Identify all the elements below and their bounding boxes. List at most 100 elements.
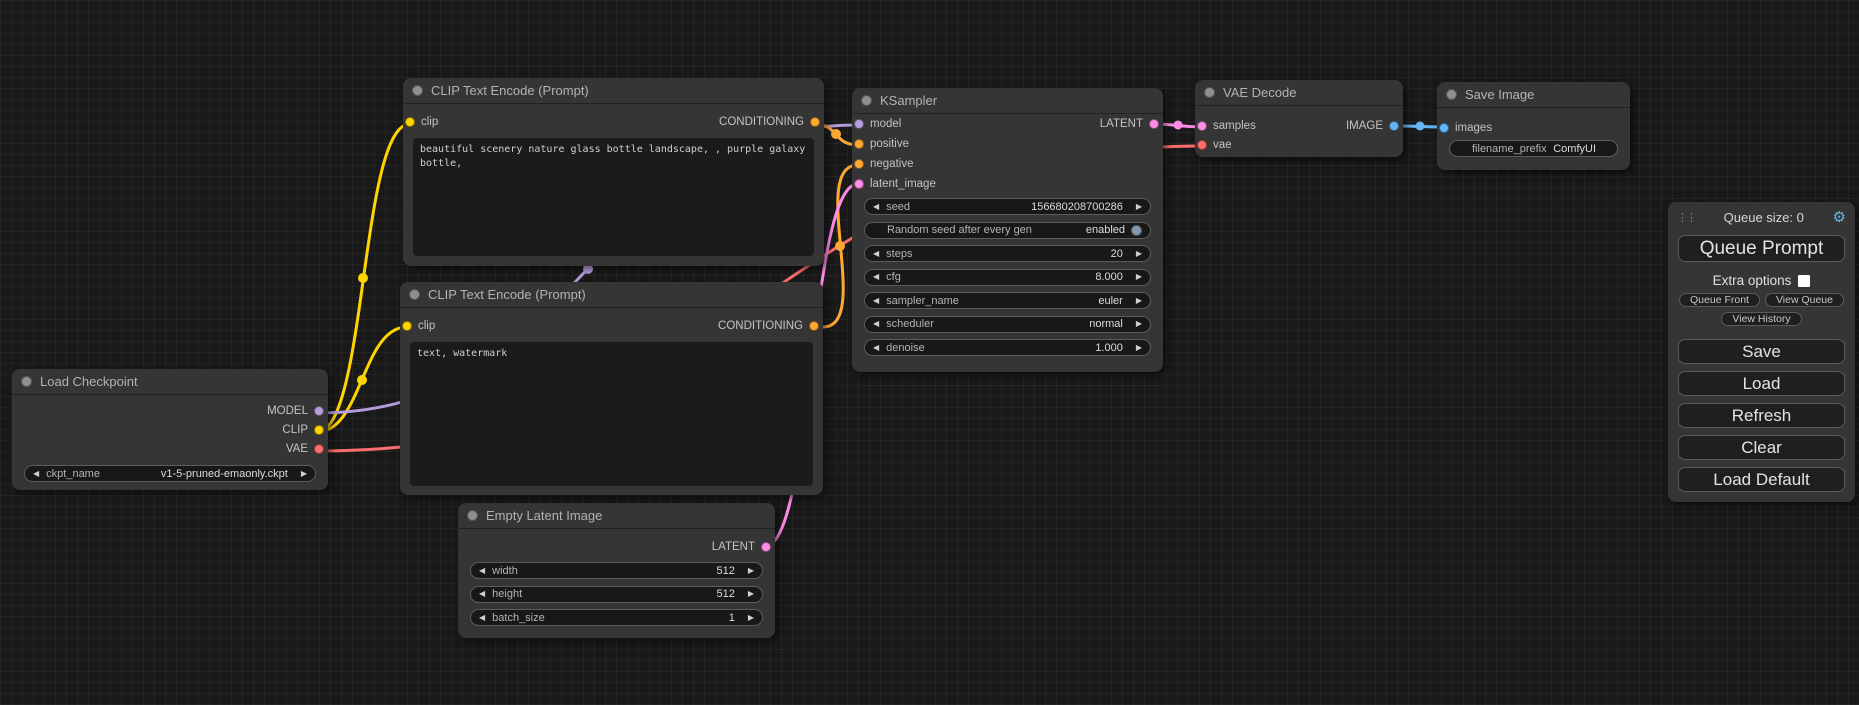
node-title: Save Image [1465,87,1534,102]
collapse-dot-icon[interactable] [861,95,872,106]
queue-prompt-button[interactable]: Queue Prompt [1678,235,1845,262]
input-slot-samples[interactable] [1197,121,1207,131]
widget-sampler-name[interactable]: ◀ sampler_name euler ▶ [864,292,1151,309]
input-slot-clip[interactable] [402,321,412,331]
widget-height[interactable]: ◀ height 512 ▶ [470,586,763,603]
node-title-bar[interactable]: VAE Decode [1195,80,1403,106]
output-slot-clip[interactable] [314,425,324,435]
prompt-text-area[interactable]: beautiful scenery nature glass bottle la… [413,138,814,256]
node-title-bar[interactable]: KSampler [852,88,1163,114]
node-graph-canvas[interactable]: Load Checkpoint MODEL CLIP VAE ◀ ckpt_na… [0,0,1859,705]
decrement-arrow-icon[interactable]: ◀ [479,590,485,598]
node-title-bar[interactable]: Empty Latent Image [458,503,775,529]
widget-denoise[interactable]: ◀ denoise 1.000 ▶ [864,339,1151,356]
increment-arrow-icon[interactable]: ▶ [1136,320,1142,328]
node-clip-text-encode-positive[interactable]: CLIP Text Encode (Prompt) clip CONDITION… [403,78,824,266]
collapse-dot-icon[interactable] [467,510,478,521]
clear-button[interactable]: Clear [1678,435,1845,460]
node-clip-text-encode-negative[interactable]: CLIP Text Encode (Prompt) clip CONDITION… [400,282,823,495]
input-slot-latent-image[interactable] [854,179,864,189]
decrement-arrow-icon[interactable]: ◀ [873,320,879,328]
input-slot-model[interactable] [854,119,864,129]
widget-random-seed-toggle[interactable]: Random seed after every gen enabled [864,222,1151,239]
widget-value: v1-5-pruned-emaonly.ckpt [161,468,288,480]
decrement-arrow-icon[interactable]: ◀ [479,567,485,575]
queue-front-button[interactable]: Queue Front [1679,293,1760,307]
increment-arrow-icon[interactable]: ▶ [1136,273,1142,281]
node-title-bar[interactable]: CLIP Text Encode (Prompt) [400,282,823,308]
widget-filename-prefix[interactable]: filename_prefix ComfyUI [1449,140,1618,157]
collapse-dot-icon[interactable] [1204,87,1215,98]
output-slot-vae[interactable] [314,444,324,454]
widget-width[interactable]: ◀ width 512 ▶ [470,562,763,579]
output-slot-latent[interactable] [1149,119,1159,129]
widget-ckpt-name[interactable]: ◀ ckpt_name v1-5-pruned-emaonly.ckpt ▶ [24,465,316,482]
output-slot-latent[interactable] [761,542,771,552]
collapse-dot-icon[interactable] [409,289,420,300]
widget-value: ComfyUI [1553,143,1596,155]
load-default-button[interactable]: Load Default [1678,467,1845,492]
increment-arrow-icon[interactable]: ▶ [1136,297,1142,305]
collapse-dot-icon[interactable] [1446,89,1457,100]
widget-seed[interactable]: ◀ seed 156680208700286 ▶ [864,198,1151,215]
decrement-arrow-icon[interactable]: ◀ [873,250,879,258]
increment-arrow-icon[interactable]: ▶ [1136,203,1142,211]
collapse-dot-icon[interactable] [412,85,423,96]
refresh-button[interactable]: Refresh [1678,403,1845,428]
node-ksampler[interactable]: KSampler model LATENT positive negative … [852,88,1163,372]
toggle-dot-icon[interactable] [1131,225,1142,236]
widget-label: seed [886,201,910,213]
node-save-image[interactable]: Save Image images filename_prefix ComfyU… [1437,82,1630,170]
decrement-arrow-icon[interactable]: ◀ [33,470,39,478]
output-label: VAE [286,443,308,455]
node-title-bar[interactable]: CLIP Text Encode (Prompt) [403,78,824,104]
node-title-bar[interactable]: Save Image [1437,82,1630,108]
drag-handle-icon[interactable]: ⋮⋮ [1677,211,1695,224]
prompt-text-area[interactable]: text, watermark [410,342,813,486]
load-button[interactable]: Load [1678,371,1845,396]
widget-cfg[interactable]: ◀ cfg 8.000 ▶ [864,269,1151,286]
collapse-dot-icon[interactable] [21,376,32,387]
decrement-arrow-icon[interactable]: ◀ [873,273,879,281]
output-slot-model[interactable] [314,406,324,416]
decrement-arrow-icon[interactable]: ◀ [873,344,879,352]
increment-arrow-icon[interactable]: ▶ [1136,344,1142,352]
extra-options-checkbox[interactable] [1798,275,1810,287]
node-title: Load Checkpoint [40,374,138,389]
input-slot-clip[interactable] [405,117,415,127]
node-title: KSampler [880,93,937,108]
output-slot-conditioning[interactable] [809,321,819,331]
input-slot-negative[interactable] [854,159,864,169]
increment-arrow-icon[interactable]: ▶ [1136,250,1142,258]
node-load-checkpoint[interactable]: Load Checkpoint MODEL CLIP VAE ◀ ckpt_na… [12,369,328,490]
output-row-vae: VAE [12,439,328,458]
increment-arrow-icon[interactable]: ▶ [748,590,754,598]
increment-arrow-icon[interactable]: ▶ [748,614,754,622]
widget-label: steps [886,248,912,260]
output-label: LATENT [1100,118,1143,130]
output-row-model: MODEL [12,401,328,420]
output-label: IMAGE [1346,120,1383,132]
decrement-arrow-icon[interactable]: ◀ [479,614,485,622]
decrement-arrow-icon[interactable]: ◀ [873,297,879,305]
view-history-button[interactable]: View History [1721,312,1801,326]
widget-batch-size[interactable]: ◀ batch_size 1 ▶ [470,609,763,626]
widget-scheduler[interactable]: ◀ scheduler normal ▶ [864,316,1151,333]
increment-arrow-icon[interactable]: ▶ [301,470,307,478]
input-slot-images[interactable] [1439,123,1449,133]
increment-arrow-icon[interactable]: ▶ [748,567,754,575]
queue-panel: ⋮⋮ Queue size: 0 ⚙ Queue Prompt Extra op… [1668,202,1855,502]
node-vae-decode[interactable]: VAE Decode samples IMAGE vae [1195,80,1403,157]
output-slot-image[interactable] [1389,121,1399,131]
node-empty-latent-image[interactable]: Empty Latent Image LATENT ◀ width 512 ▶ … [458,503,775,638]
input-slot-positive[interactable] [854,139,864,149]
output-slot-conditioning[interactable] [810,117,820,127]
decrement-arrow-icon[interactable]: ◀ [873,203,879,211]
input-slot-vae[interactable] [1197,140,1207,150]
widget-steps[interactable]: ◀ steps 20 ▶ [864,245,1151,262]
save-button[interactable]: Save [1678,339,1845,364]
settings-gear-icon[interactable]: ⚙ [1833,210,1846,225]
output-label: CLIP [282,424,308,436]
node-title-bar[interactable]: Load Checkpoint [12,369,328,395]
view-queue-button[interactable]: View Queue [1765,293,1844,307]
